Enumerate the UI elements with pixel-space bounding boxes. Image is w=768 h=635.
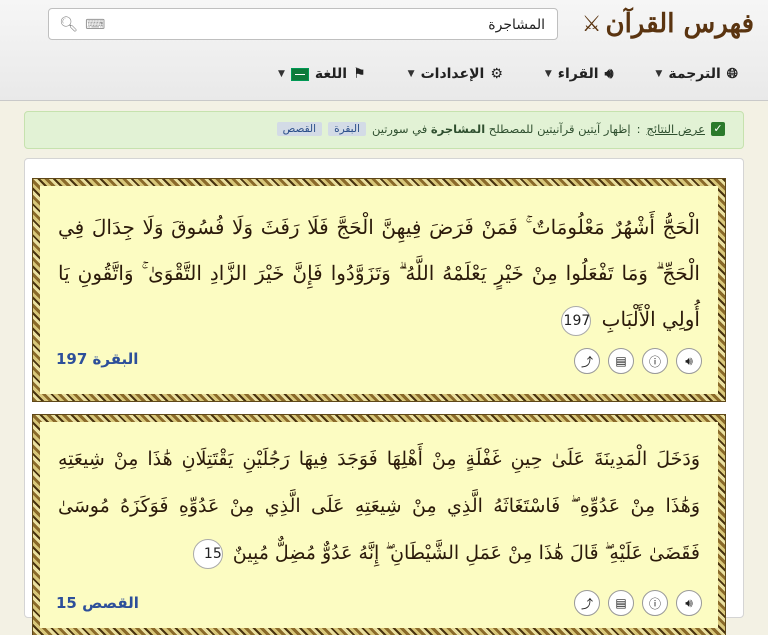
surah-reference-link[interactable]: البقرة 197	[56, 350, 138, 368]
notice-term: المشاجرة	[430, 122, 486, 136]
nav-settings-label: الإعدادات	[420, 66, 485, 82]
flag-icon: ⚑	[353, 66, 366, 82]
site-logo[interactable]: فهرس القرآن ⚔	[582, 6, 754, 42]
nav-language-label: اللغة	[314, 66, 348, 82]
globe-icon: 🌐︎	[726, 66, 738, 82]
nav-language[interactable]: ⚑ اللغة ▼	[278, 66, 366, 82]
gear-icon: ⚙	[490, 66, 503, 82]
verse-text: الْحَجُّ أَشْهُرٌ مَعْلُومَاتٌ ۚ فَمَنْ …	[58, 204, 700, 342]
play-audio-button[interactable]: 🔊︎	[676, 348, 702, 374]
nav-translation[interactable]: 🌐︎ الترجمة ▼	[655, 66, 738, 82]
notice-text-b: في سورتين	[371, 122, 431, 136]
info-button[interactable]: ⓘ	[642, 590, 668, 616]
search-input[interactable]	[143, 9, 547, 41]
notice-separator: :	[636, 122, 641, 136]
verse-card: وَدَخَلَ الْمَدِينَةَ عَلَىٰ حِينِ غَفْل…	[32, 414, 726, 635]
caret-down-icon: ▼	[655, 69, 663, 79]
verse-actions: 🔊︎ ⓘ ▤ ⤴	[574, 590, 702, 616]
speaker-icon: 🔊︎	[604, 66, 614, 82]
verse-text: وَدَخَلَ الْمَدِينَةَ عَلَىٰ حِينِ غَفْل…	[58, 436, 700, 577]
header: فهرس القرآن ⚔ 🔍︎ ⌨ 🌐︎ الترجمة ▼ 🔊︎ القرا…	[0, 0, 768, 101]
nav-reciters[interactable]: 🔊︎ القراء ▼	[545, 66, 614, 82]
caret-down-icon: ▼	[544, 69, 552, 79]
saudi-flag-icon	[290, 67, 309, 81]
results-panel: الْحَجُّ أَشْهُرٌ مَعْلُومَاتٌ ۚ فَمَنْ …	[24, 158, 744, 635]
verse-arabic: الْحَجُّ أَشْهُرٌ مَعْلُومَاتٌ ۚ فَمَنْ …	[58, 215, 700, 331]
notice-text: إظهار آيتين قرآنيتين للمصطلح المشاجرة في…	[372, 122, 631, 136]
keyboard-icon[interactable]: ⌨	[85, 17, 105, 33]
notice-text-a: إظهار آيتين قرآنيتين للمصطلح	[485, 122, 631, 136]
verse-card: الْحَجُّ أَشْهُرٌ مَعْلُومَاتٌ ۚ فَمَنْ …	[32, 178, 726, 402]
verse-actions: 🔊︎ ⓘ ▤ ⤴	[574, 348, 702, 374]
check-icon: ✓	[711, 122, 725, 136]
pdf-button[interactable]: ▤	[608, 348, 634, 374]
surah-tag-baqarah[interactable]: البقرة	[328, 122, 366, 136]
surah-reference-link[interactable]: القصص 15	[56, 594, 139, 612]
logo-text: فهرس القرآن	[605, 9, 754, 39]
ayah-number: 197	[561, 305, 592, 336]
play-audio-button[interactable]: 🔊︎	[676, 590, 702, 616]
crossed-swords-icon: ⚔	[581, 11, 602, 37]
info-button[interactable]: ⓘ	[642, 348, 668, 374]
share-button[interactable]: ⤴	[574, 348, 600, 374]
search-icon[interactable]: 🔍︎	[59, 15, 78, 33]
ayah-number: 15	[192, 539, 223, 569]
share-button[interactable]: ⤴	[574, 590, 600, 616]
caret-down-icon: ▼	[278, 69, 285, 79]
results-label: عرض النتائج	[646, 122, 705, 136]
pdf-button[interactable]: ▤	[608, 590, 634, 616]
caret-down-icon: ▼	[407, 69, 415, 79]
results-notice: ✓ عرض النتائج : إظهار آيتين قرآنيتين للم…	[24, 111, 744, 149]
verse-arabic: وَدَخَلَ الْمَدِينَةَ عَلَىٰ حِينِ غَفْل…	[58, 448, 700, 564]
nav-translation-label: الترجمة	[668, 66, 721, 82]
search-box: 🔍︎ ⌨	[48, 8, 558, 41]
nav-reciters-label: القراء	[557, 66, 599, 82]
surah-tag-qasas[interactable]: القصص	[276, 122, 323, 136]
nav-settings[interactable]: ⚙ الإعدادات ▼	[408, 66, 503, 82]
main-nav: 🌐︎ الترجمة ▼ 🔊︎ القراء ▼ ⚙ الإعدادات ▼ ⚑…	[278, 66, 738, 82]
